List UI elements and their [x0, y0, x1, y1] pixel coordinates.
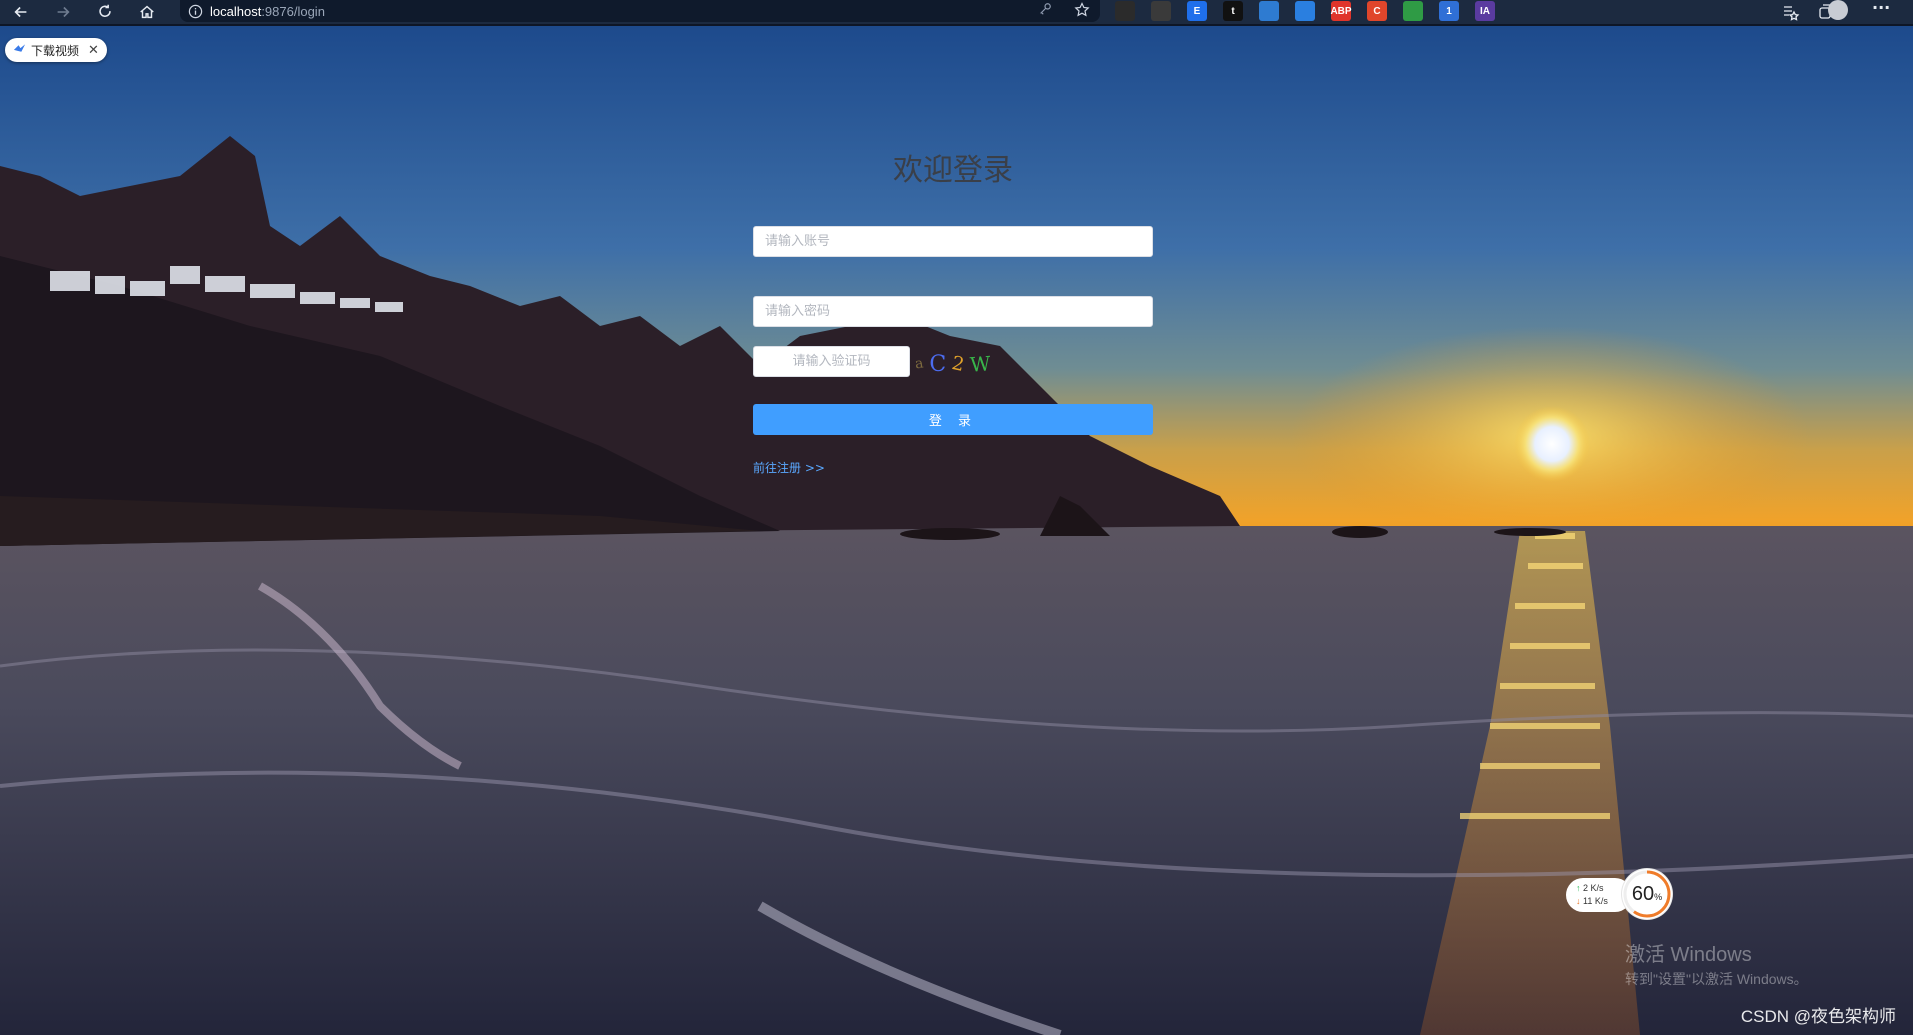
info-icon[interactable] [180, 4, 210, 19]
home-icon [140, 5, 154, 19]
ext-mask-icon[interactable] [1115, 1, 1135, 21]
register-link[interactable]: 前往注册 >> [753, 459, 825, 476]
ext-square-icon[interactable] [1151, 1, 1171, 21]
home-button[interactable] [126, 0, 168, 24]
usage-percent: 60 [1631, 883, 1655, 905]
captcha-char: 2 [950, 351, 967, 377]
ext-black-icon[interactable]: t [1223, 1, 1243, 21]
memory-usage-gauge: 60% [1622, 869, 1672, 919]
ext-e-icon[interactable]: E [1187, 1, 1207, 21]
ext-download-icon[interactable]: 1 [1439, 1, 1459, 21]
captcha-char: C [929, 351, 947, 377]
favorites-icon[interactable] [1780, 2, 1800, 26]
login-form: 欢迎登录 aC2W 登 录 前往注册 >> [753, 150, 1153, 475]
ext-green-icon[interactable] [1403, 1, 1423, 21]
captcha-image[interactable]: aC2W [913, 349, 997, 379]
bird-icon [13, 43, 26, 58]
more-menu-icon[interactable]: ··· [1872, 0, 1890, 17]
net-speed-widget[interactable]: ↑ 2 K/s ↓ 11 K/s 60% [1566, 869, 1674, 919]
address-bar[interactable]: localhost:9876/login [180, 0, 1100, 22]
ext-ia-icon[interactable]: IA [1475, 1, 1495, 21]
arrow-right-icon [57, 6, 70, 18]
usage-percent-unit: % [1654, 892, 1663, 902]
url-path: :9876/login [261, 3, 325, 19]
forward-button[interactable] [42, 0, 84, 24]
ext-check-icon[interactable] [1295, 1, 1315, 21]
key-icon[interactable] [1038, 2, 1052, 21]
upload-arrow-icon: ↑ [1576, 883, 1581, 893]
favorite-add-icon[interactable] [1074, 2, 1090, 21]
captcha-char: a [913, 355, 925, 373]
download-speed: 11 K/s [1583, 896, 1608, 906]
username-input[interactable] [753, 226, 1153, 257]
url-host: localhost [210, 3, 262, 19]
browser-toolbar: localhost:9876/login Et ABP C 1 IA ··· [0, 0, 1913, 26]
ext-blue-icon[interactable] [1259, 1, 1279, 21]
ext-abp-icon[interactable]: ABP [1330, 1, 1352, 21]
download-arrow-icon: ↓ [1576, 896, 1581, 906]
back-button[interactable] [0, 0, 42, 24]
download-video-chip[interactable]: 下载视频 ✕ [5, 38, 107, 62]
ext-c-icon[interactable]: C [1367, 1, 1387, 21]
reload-icon [99, 4, 111, 17]
csdn-watermark: CSDN @夜色架构师 [1740, 1007, 1896, 1026]
download-video-label: 下载视频 [31, 43, 80, 58]
captcha-char: W [969, 351, 992, 377]
login-title: 欢迎登录 [893, 153, 1013, 188]
profile-avatar[interactable] [1828, 0, 1848, 20]
windows-activation-watermark: 激活 Windows 转到"设置"以激活 Windows。 [1625, 938, 1808, 989]
activate-title: 激活 Windows [1625, 944, 1752, 966]
activate-subtitle: 转到"设置"以激活 Windows。 [1625, 971, 1808, 987]
reload-button[interactable] [84, 0, 126, 24]
extensions-bar: Et ABP C 1 IA [1115, 1, 1495, 21]
arrow-left-icon [14, 6, 27, 18]
close-icon[interactable]: ✕ [88, 43, 99, 58]
captcha-input[interactable] [753, 346, 910, 377]
login-button[interactable]: 登 录 [753, 404, 1153, 435]
upload-speed: 2 K/s [1583, 883, 1604, 893]
password-input[interactable] [753, 296, 1153, 327]
